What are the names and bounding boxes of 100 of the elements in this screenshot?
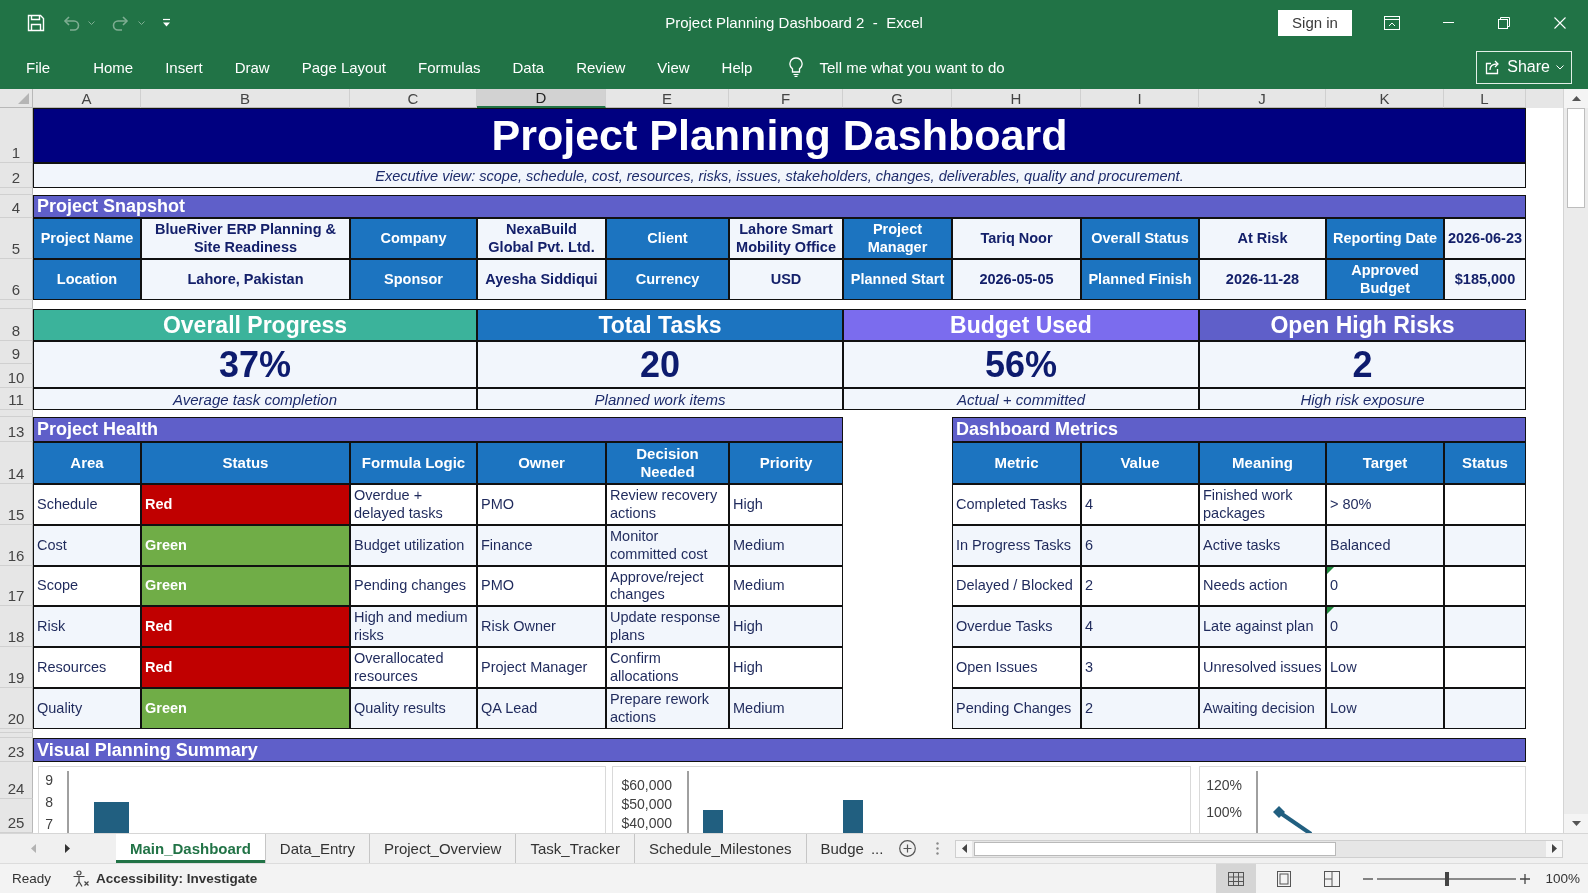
tell-me-field[interactable]: Tell me what you want to do xyxy=(819,55,1044,79)
table-header: Value xyxy=(1081,442,1199,484)
field-value: $185,000 xyxy=(1444,259,1526,300)
ribbon-tab[interactable]: Help xyxy=(711,52,763,82)
accessibility-button[interactable]: Accessibility: Investigate xyxy=(72,869,258,888)
table-cell: Late against plan xyxy=(1199,606,1326,647)
drag-handle-icon[interactable] xyxy=(936,842,940,855)
ribbon-tab[interactable]: File xyxy=(16,52,61,82)
table-cell: 3 xyxy=(1081,647,1199,688)
grid-icon xyxy=(1228,871,1245,886)
zoom-level-button[interactable]: 100% xyxy=(1545,871,1580,886)
table-cell: Approve/reject changes xyxy=(606,566,729,606)
scroll-down-button[interactable] xyxy=(1564,814,1588,833)
kpi-value: 56% xyxy=(843,341,1199,388)
axis-line xyxy=(67,770,69,833)
status-cell: Red xyxy=(141,484,350,525)
triangle-left-icon xyxy=(30,844,36,853)
ribbon-tab[interactable]: View xyxy=(647,52,700,82)
field-value: USD xyxy=(729,259,843,300)
section-header: Project Health xyxy=(33,417,843,442)
more-sheets-button[interactable]: ... xyxy=(868,834,886,863)
table-cell: Update response plans xyxy=(606,606,729,647)
table-header: Decision Needed xyxy=(606,442,729,484)
scroll-left-button[interactable] xyxy=(956,840,973,857)
ribbon-tab[interactable]: Data xyxy=(502,52,555,82)
triangle-right-icon xyxy=(1551,844,1557,853)
table-cell: PMO xyxy=(477,484,606,525)
field-label: Location xyxy=(33,259,141,300)
table-cell: Risk Owner xyxy=(477,606,606,647)
field-value: NexaBuild Global Pvt. Ltd. xyxy=(477,218,606,259)
column-header[interactable]: D xyxy=(477,89,606,108)
ribbon-tab[interactable]: Formulas xyxy=(407,52,491,82)
ribbon-tab[interactable]: Home xyxy=(83,52,144,82)
undo-icon xyxy=(62,14,80,31)
table-cell: Delayed / Blocked xyxy=(952,566,1081,606)
table-cell: PMO xyxy=(477,566,606,606)
table-cell: Unresolved issues xyxy=(1199,647,1326,688)
field-label: Sponsor xyxy=(350,259,477,300)
table-cell: Medium xyxy=(729,566,843,606)
table-cell: > 80% xyxy=(1326,484,1444,525)
status-cell: Red xyxy=(141,606,350,647)
table-cell: In Progress Tasks xyxy=(952,525,1081,566)
table-cell: 2 xyxy=(1081,566,1199,606)
scrollbar-thumb[interactable] xyxy=(1567,108,1585,208)
triangle-left-icon xyxy=(961,844,967,853)
ribbon-tab[interactable]: Page Layout xyxy=(291,52,396,82)
table-cell: Overdue Tasks xyxy=(952,606,1081,647)
chart-bar xyxy=(843,800,863,833)
table-cell: High xyxy=(729,606,843,647)
sheet-tab[interactable]: Main_Dashboard xyxy=(116,834,266,863)
field-value: 2026-06-23 xyxy=(1444,218,1526,259)
field-value: At Risk xyxy=(1199,218,1326,259)
table-header: Status xyxy=(141,442,350,484)
share-button[interactable]: Share xyxy=(1476,50,1572,84)
ribbon-tab[interactable]: Draw xyxy=(224,52,280,82)
slider-thumb[interactable] xyxy=(1444,871,1449,886)
table-cell: Resources xyxy=(33,647,141,688)
axis-tick-label: 100% xyxy=(1206,804,1242,820)
table-cell: Project Manager xyxy=(477,647,606,688)
table-cell: High and medium risks xyxy=(350,606,477,647)
triangle-down-icon xyxy=(1571,821,1581,826)
table-cell: Low xyxy=(1326,647,1444,688)
sheet-tab[interactable]: Budge xyxy=(806,834,869,863)
field-value: Lahore, Pakistan xyxy=(141,259,350,300)
vertical-scrollbar[interactable] xyxy=(1563,89,1588,833)
table-header: Priority xyxy=(729,442,843,484)
table-cell: 0 xyxy=(1326,566,1444,606)
table-cell: Completed Tasks xyxy=(952,484,1081,525)
table-cell: Open Issues xyxy=(952,647,1081,688)
caret-down-icon xyxy=(1556,64,1564,70)
sign-in-button[interactable]: Sign in xyxy=(1278,9,1352,36)
normal-view-button[interactable] xyxy=(1216,864,1257,893)
ribbon-tab[interactable]: Insert xyxy=(155,52,213,82)
dashboard-title: Project Planning Dashboard xyxy=(33,108,1526,163)
axis-tick-label: 9 xyxy=(45,772,53,788)
kpi-value: 2 xyxy=(1199,341,1526,388)
save-icon xyxy=(27,13,45,32)
page-layout-icon xyxy=(1277,870,1292,887)
axis-tick-label: $40,000 xyxy=(621,815,672,831)
ribbon-tab[interactable]: Review xyxy=(566,52,636,82)
scrollbar-thumb[interactable] xyxy=(974,841,1337,856)
horizontal-scrollbar[interactable] xyxy=(955,839,1563,858)
dashboard-subtitle: Executive view: scope, schedule, cost, resources, risks, issues, stakeholders, changes, deliverables, quality and procurement. xyxy=(33,163,1526,188)
table-cell: Schedule xyxy=(33,484,141,525)
field-value: Ayesha Siddiqui xyxy=(477,259,606,300)
section-header: Visual Planning Summary xyxy=(33,738,1526,762)
row-number[interactable]: 24 xyxy=(0,762,33,799)
kpi-value: 20 xyxy=(477,341,843,388)
kpi-caption: Planned work items xyxy=(477,388,843,410)
table-cell: 4 xyxy=(1081,606,1199,647)
field-value: Tariq Noor xyxy=(952,218,1081,259)
table-cell: High xyxy=(729,484,843,525)
scroll-up-button[interactable] xyxy=(1564,89,1588,108)
table-cell: High xyxy=(729,647,843,688)
table-cell: Finished work packages xyxy=(1199,484,1326,525)
table-cell: Awaiting decision xyxy=(1199,688,1326,729)
plus-circle-icon xyxy=(899,840,917,857)
ribbon-display-options-icon xyxy=(1384,15,1400,30)
scroll-right-button[interactable] xyxy=(1546,840,1562,857)
kpi-value: 37% xyxy=(33,341,477,388)
